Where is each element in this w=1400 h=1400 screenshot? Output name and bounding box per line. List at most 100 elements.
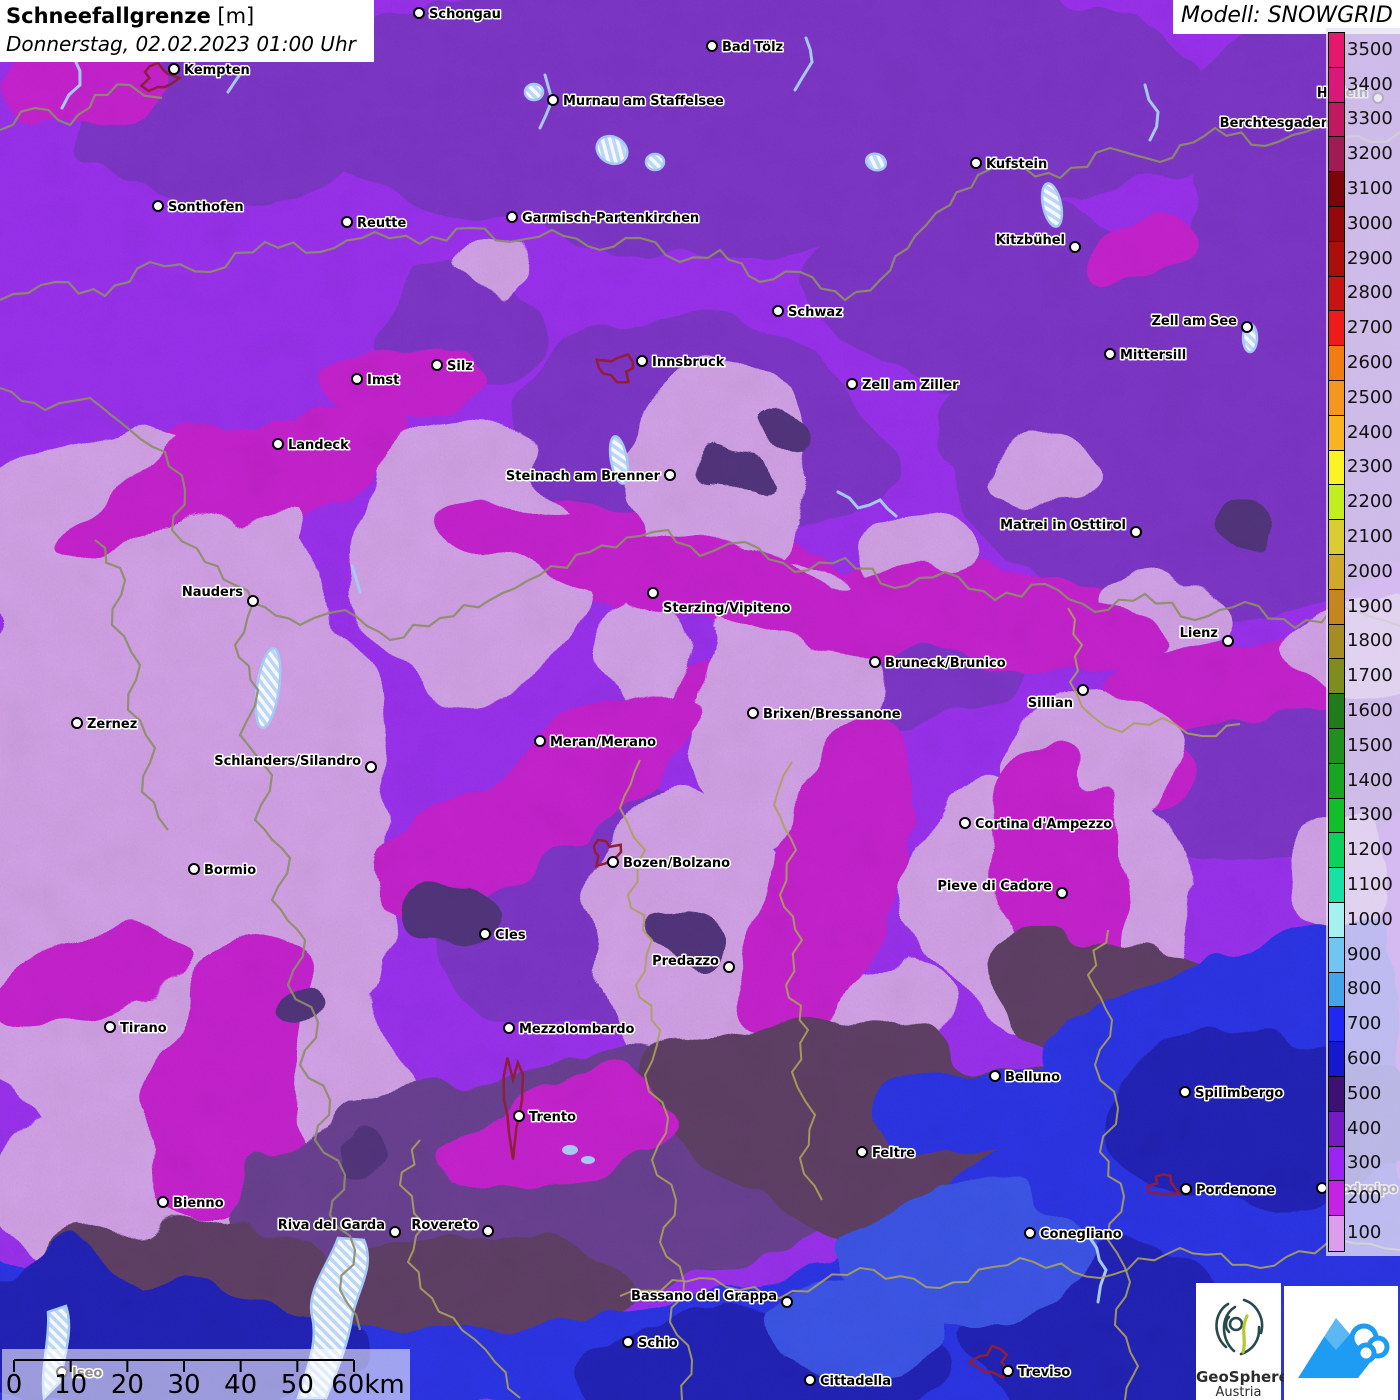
city-label: Riva del Garda <box>278 1218 385 1233</box>
city-dot <box>971 158 981 168</box>
model-label: Modell: SNOWGRID <box>1181 3 1393 28</box>
city-dot <box>1131 527 1141 537</box>
city: Cortina d'Ampezzo <box>960 817 1112 832</box>
colorbar-value: 3200 <box>1347 136 1399 171</box>
city-label: Spilimbergo <box>1195 1086 1283 1101</box>
city-label: Landeck <box>288 438 349 453</box>
scalebar-ruler: 0102030405060km <box>2 1349 410 1400</box>
city: Steinach am Brenner <box>506 469 675 484</box>
city-label: Schongau <box>429 7 501 22</box>
colorbar-value: 2900 <box>1347 241 1399 276</box>
colorbar-value: 3300 <box>1347 102 1399 137</box>
city-label: Rovereto <box>411 1218 478 1233</box>
map-title-unit: [m] <box>217 4 254 28</box>
city-label: Cittadella <box>820 1374 891 1389</box>
colorbar-value: 3500 <box>1347 32 1399 67</box>
city-dot <box>1180 1087 1190 1097</box>
city-dot <box>623 1337 633 1347</box>
colorbar-swatch <box>1329 207 1344 242</box>
city-dot <box>169 64 179 74</box>
city-label: Cortina d'Ampezzo <box>975 817 1112 832</box>
city-dot <box>158 1197 168 1207</box>
city-label: Trento <box>529 1110 576 1125</box>
colorbar-value: 1400 <box>1347 763 1399 798</box>
colorbar-value: 3100 <box>1347 171 1399 206</box>
title-panel: Schneefallgrenze [m] Donnerstag, 02.02.2… <box>0 0 374 62</box>
city-dot <box>608 857 618 867</box>
city-dot <box>847 379 857 389</box>
colorbar-swatch <box>1329 1112 1344 1147</box>
screenshot-root: SchongauBad TölzKemptenMurnau am Staffel… <box>0 0 1400 1400</box>
city-label: Murnau am Staffelsee <box>563 94 724 109</box>
colorbar-swatch <box>1329 137 1344 172</box>
city-dot <box>960 818 970 828</box>
colorbar-value: 3000 <box>1347 206 1399 241</box>
colorbar-swatch <box>1329 833 1344 868</box>
colorbar-value: 800 <box>1347 972 1399 1007</box>
colorbar-value: 1200 <box>1347 832 1399 867</box>
city-label: Imst <box>367 373 399 388</box>
colorbar-swatch <box>1329 277 1344 312</box>
colorbar-swatch <box>1329 903 1344 938</box>
map-title: Schneefallgrenze <box>6 4 211 28</box>
colorbar-swatch <box>1329 555 1344 590</box>
colorbar-swatch <box>1329 485 1344 520</box>
colorbar-value: 1700 <box>1347 658 1399 693</box>
scalebar-label: 30 <box>167 1370 200 1400</box>
lake <box>562 1145 578 1155</box>
city-label: Bormio <box>204 863 256 878</box>
city-dot <box>366 762 376 772</box>
city-label: Pordenone <box>1196 1183 1275 1198</box>
city-label: Silz <box>447 359 473 374</box>
city-label: Meran/Merano <box>550 735 656 750</box>
colorbar-swatch <box>1329 242 1344 277</box>
city-label: Schlanders/Silandro <box>214 754 361 769</box>
colorbar-value: 2600 <box>1347 345 1399 380</box>
colorbar-value: 1000 <box>1347 902 1399 937</box>
scalebar-label: 60km <box>331 1370 404 1400</box>
city-label: Treviso <box>1018 1365 1070 1380</box>
city-label: Kitzbühel <box>996 233 1065 248</box>
scalebar-panel: 0102030405060km <box>2 1349 410 1400</box>
city-dot <box>1105 349 1115 359</box>
city-dot <box>352 374 362 384</box>
city-label: Belluno <box>1005 1070 1060 1085</box>
city-label: Bozen/Bolzano <box>623 856 730 871</box>
city-dot <box>1057 888 1067 898</box>
mountain-cloud-icon <box>1284 1286 1398 1400</box>
city-dot <box>748 708 758 718</box>
city-label: Conegliano <box>1040 1227 1122 1242</box>
colorbar-swatch <box>1329 1007 1344 1042</box>
city-dot <box>548 95 558 105</box>
city-dot <box>1070 242 1080 252</box>
colorbar-swatch <box>1329 868 1344 903</box>
colorbar-swatch <box>1329 1147 1344 1182</box>
colorbar-value: 1500 <box>1347 728 1399 763</box>
colorbar-swatch <box>1329 973 1344 1008</box>
colorbar-swatch <box>1329 590 1344 625</box>
colorbar-swatch <box>1329 520 1344 555</box>
city-dot <box>1025 1228 1035 1238</box>
city-dot <box>514 1111 524 1121</box>
colorbar-swatch <box>1329 799 1344 834</box>
colorbar-value: 600 <box>1347 1041 1399 1076</box>
city-dot <box>857 1147 867 1157</box>
city-dot <box>637 356 647 366</box>
city-dot <box>1078 685 1088 695</box>
colorbar-value: 2300 <box>1347 450 1399 485</box>
geosphere-logo: GeoSphere Austria <box>1196 1283 1281 1400</box>
colorbar-value: 2200 <box>1347 484 1399 519</box>
city: Garmisch-Partenkirchen <box>507 211 699 226</box>
city-label: Bruneck/Brunico <box>885 656 1006 671</box>
city-label: Cles <box>495 928 526 943</box>
city-dot <box>1181 1184 1191 1194</box>
geosphere-logo-text: GeoSphere <box>1196 1369 1281 1385</box>
city-dot <box>273 439 283 449</box>
city-dot <box>390 1227 400 1237</box>
city-label: Matrei in Osttirol <box>1000 518 1126 533</box>
city-dot <box>189 864 199 874</box>
colorbar-value: 400 <box>1347 1111 1399 1146</box>
city: Meran/Merano <box>535 735 656 750</box>
city: Berchtesgaden <box>1220 116 1330 131</box>
city-dot <box>432 360 442 370</box>
